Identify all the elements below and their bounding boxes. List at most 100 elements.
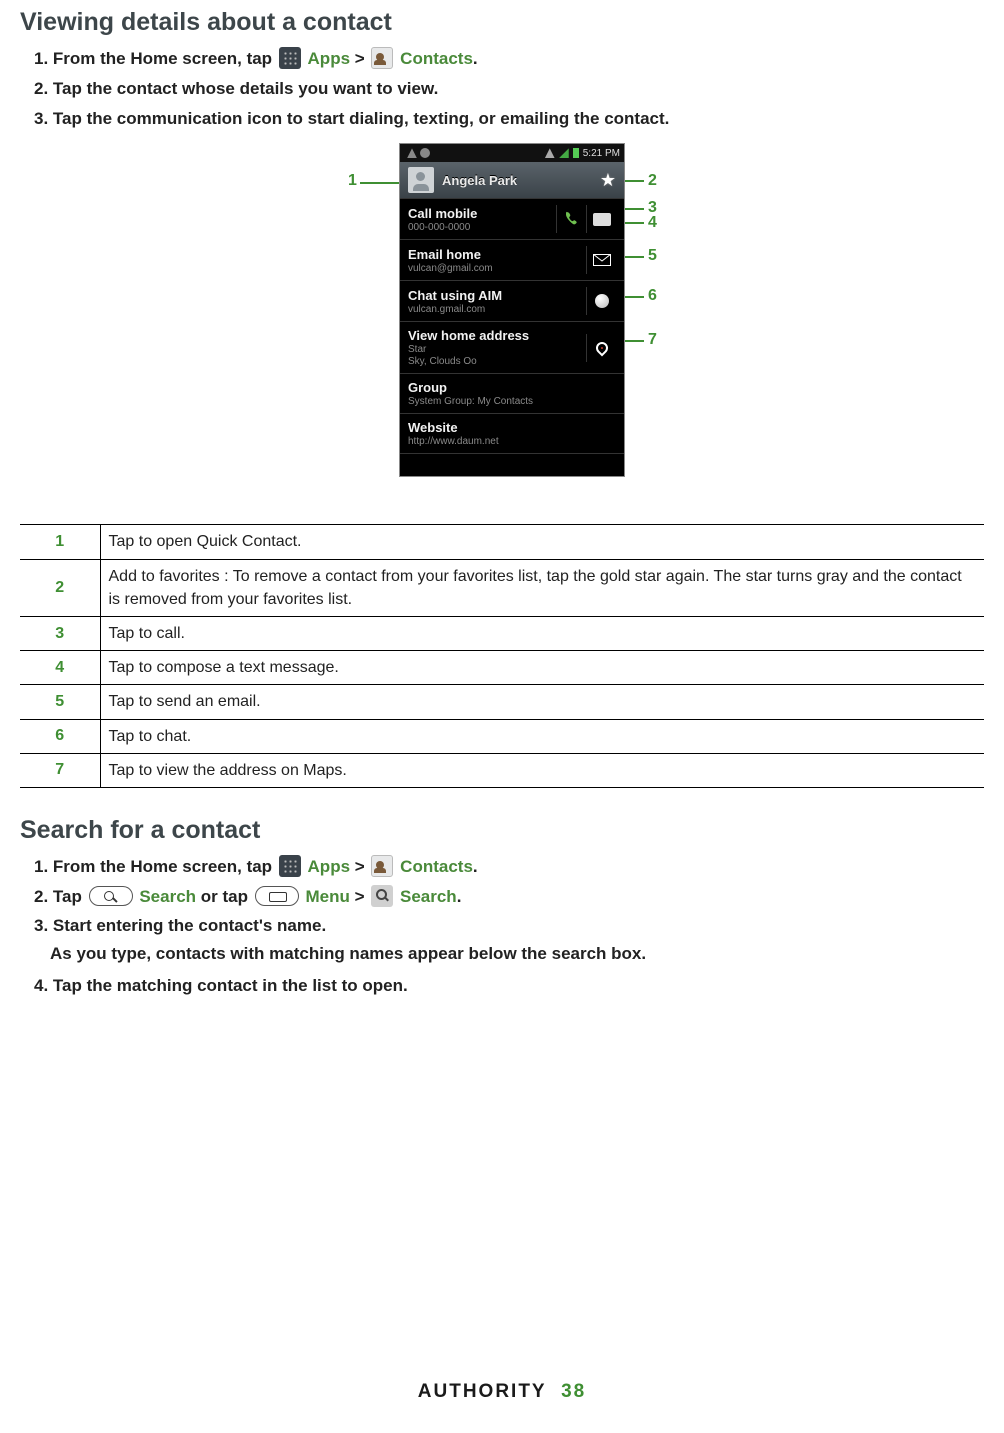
page-footer: AUTHORITY 38: [0, 1381, 1004, 1403]
step-2: 2. Tap Search or tap Menu > Search.: [34, 885, 984, 909]
legend-table: 1Tap to open Quick Contact. 2Add to favo…: [20, 524, 984, 788]
table-row: 5Tap to send an email.: [20, 685, 984, 719]
contacts-link: Contacts: [400, 857, 473, 876]
callout-5: 5: [648, 247, 657, 265]
table-row: 4Tap to compose a text message.: [20, 651, 984, 685]
row-title: Chat using AIM: [408, 288, 586, 303]
map-pin-icon[interactable]: [586, 334, 616, 362]
phone-screenshot: 5:21 PM Angela Park ★ Call mobile 000-00…: [400, 144, 624, 476]
phone-padding: [400, 454, 624, 476]
step-text: or tap: [201, 887, 253, 906]
table-row: 7Tap to view the address on Maps.: [20, 753, 984, 787]
step-text: 2. Tap: [34, 887, 87, 906]
section-heading-viewing: Viewing details about a contact: [20, 8, 984, 37]
legend-desc: Tap to send an email.: [100, 685, 984, 719]
row-sub: Star: [408, 344, 586, 355]
table-row: 3Tap to call.: [20, 616, 984, 650]
row-call[interactable]: Call mobile 000-000-0000: [400, 198, 624, 239]
row-address[interactable]: View home address Star Sky, Clouds Oo: [400, 321, 624, 373]
breadcrumb-sep: >: [355, 857, 365, 876]
status-icon: [420, 148, 430, 158]
row-chat[interactable]: Chat using AIM vulcan.gmail.com: [400, 280, 624, 321]
row-sub: vulcan.gmail.com: [408, 304, 586, 315]
step-2: 2. Tap the contact whose details you wan…: [34, 77, 984, 101]
search-key-icon: [89, 886, 133, 906]
breadcrumb-sep: >: [355, 887, 365, 906]
row-email[interactable]: Email home vulcan@gmail.com: [400, 239, 624, 280]
legend-desc: Tap to view the address on Maps.: [100, 753, 984, 787]
callout-2: 2: [648, 172, 657, 190]
callout-1: 1: [348, 172, 357, 190]
table-row: 2Add to favorites : To remove a contact …: [20, 559, 984, 616]
contact-name: Angela Park: [442, 173, 517, 188]
row-title: Group: [408, 380, 616, 395]
call-icon[interactable]: [556, 205, 586, 233]
search-link: Search: [400, 887, 457, 906]
battery-icon: [573, 148, 579, 158]
legend-desc: Tap to compose a text message.: [100, 651, 984, 685]
signal-icon: [559, 148, 569, 158]
contact-header[interactable]: Angela Park ★: [400, 162, 624, 198]
steps-list-1: 1. From the Home screen, tap Apps > Cont…: [34, 47, 984, 130]
status-time: 5:21 PM: [583, 148, 620, 159]
apps-link: Apps: [308, 857, 351, 876]
callout-6: 6: [648, 287, 657, 305]
row-sub: vulcan@gmail.com: [408, 263, 586, 274]
step-3: 3. Start entering the contact's name.: [34, 914, 984, 938]
avatar[interactable]: [408, 167, 434, 193]
page-number: 38: [561, 1381, 586, 1402]
period: .: [473, 857, 478, 876]
legend-num: 7: [20, 753, 100, 787]
legend-desc: Add to favorites : To remove a contact f…: [100, 559, 984, 616]
section-heading-search: Search for a contact: [20, 816, 984, 845]
contacts-link: Contacts: [400, 49, 473, 68]
table-row: 1Tap to open Quick Contact.: [20, 525, 984, 559]
legend-desc: Tap to chat.: [100, 719, 984, 753]
legend-num: 2: [20, 559, 100, 616]
table-row: 6Tap to chat.: [20, 719, 984, 753]
contacts-icon: [371, 47, 393, 69]
legend-num: 3: [20, 616, 100, 650]
status-bar: 5:21 PM: [400, 144, 624, 162]
row-sub: http://www.daum.net: [408, 436, 616, 447]
steps-list-2: 1. From the Home screen, tap Apps > Cont…: [34, 855, 984, 998]
legend-num: 4: [20, 651, 100, 685]
legend-num: 5: [20, 685, 100, 719]
row-sub: 000-000-0000: [408, 222, 556, 233]
period: .: [457, 887, 462, 906]
step-text: 1. From the Home screen, tap: [34, 49, 277, 68]
row-title: Email home: [408, 247, 586, 262]
sms-icon[interactable]: [586, 205, 616, 233]
apps-icon: [279, 47, 301, 69]
row-group[interactable]: Group System Group: My Contacts: [400, 373, 624, 413]
search-link: Search: [139, 887, 196, 906]
menu-key-icon: [255, 886, 299, 906]
wifi-icon: [545, 148, 555, 158]
menu-link: Menu: [305, 887, 349, 906]
legend-desc: Tap to open Quick Contact.: [100, 525, 984, 559]
callout-4: 4: [648, 214, 657, 232]
step-text: 1. From the Home screen, tap: [34, 857, 277, 876]
contacts-icon: [371, 855, 393, 877]
chat-icon[interactable]: [586, 287, 616, 315]
search-icon: [371, 885, 393, 907]
breadcrumb-sep: >: [355, 49, 365, 68]
status-icon: [407, 148, 417, 158]
callout-7: 7: [648, 331, 657, 349]
row-sub: Sky, Clouds Oo: [408, 356, 586, 367]
step-3: 3. Tap the communication icon to start d…: [34, 107, 984, 131]
figure-contact-details: 1 2 3 4 5 6 7 5:21 PM Angela Park ★: [20, 144, 984, 514]
footer-brand: AUTHORITY: [418, 1381, 547, 1402]
step-1: 1. From the Home screen, tap Apps > Cont…: [34, 855, 984, 879]
legend-desc: Tap to call.: [100, 616, 984, 650]
apps-icon: [279, 855, 301, 877]
favorite-star-icon[interactable]: ★: [600, 170, 616, 191]
step-1: 1. From the Home screen, tap Apps > Cont…: [34, 47, 984, 71]
mail-icon[interactable]: [586, 246, 616, 274]
apps-link: Apps: [308, 49, 351, 68]
period: .: [473, 49, 478, 68]
row-title: View home address: [408, 328, 586, 343]
legend-num: 1: [20, 525, 100, 559]
row-website[interactable]: Website http://www.daum.net: [400, 413, 624, 454]
row-title: Call mobile: [408, 206, 556, 221]
